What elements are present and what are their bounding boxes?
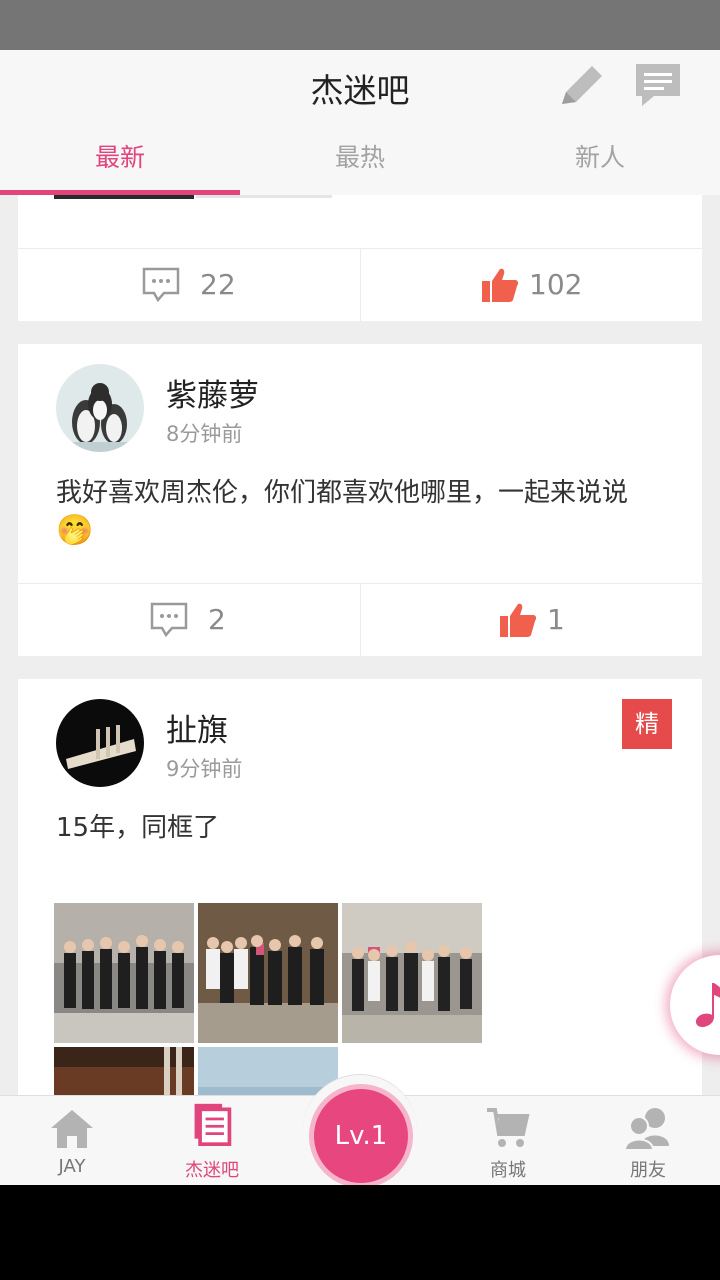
friends-icon	[625, 1108, 669, 1150]
edit-icon[interactable]	[556, 62, 608, 110]
app-header: 杰迷吧 最新 最热 新人	[0, 50, 720, 195]
night-photo-avatar-image	[56, 699, 144, 787]
nav-friends[interactable]: 朋友	[576, 1096, 720, 1186]
group-photo-image	[54, 903, 194, 1043]
thumbs-up-icon	[482, 268, 519, 302]
like-count: 102	[529, 268, 583, 301]
tab-bar: 最新 最热 新人	[0, 130, 720, 192]
group-photo-image	[198, 903, 338, 1043]
post-photo[interactable]	[54, 1047, 194, 1095]
tab-newcomers[interactable]: 新人	[480, 138, 720, 174]
comment-icon	[142, 267, 180, 303]
avatar[interactable]	[56, 364, 144, 452]
like-button[interactable]: 1	[360, 584, 702, 657]
message-icon[interactable]	[632, 60, 684, 112]
post-feed[interactable]: 22 102 紫藤萝 8分钟前 我好喜欢周杰伦，你们都喜欢他哪里，一起来说说 🤭…	[0, 195, 720, 1095]
posts-icon	[194, 1103, 232, 1146]
status-bar	[0, 0, 720, 50]
like-button[interactable]: 102	[360, 249, 702, 322]
nav-label: 杰迷吧	[185, 1160, 239, 1181]
penguin-avatar-image	[56, 364, 144, 452]
system-nav-area	[0, 1185, 720, 1280]
nav-forum[interactable]: 杰迷吧	[140, 1096, 284, 1186]
username[interactable]: 扯旗	[166, 705, 228, 750]
featured-badge: 精	[622, 699, 672, 749]
post-actions: 22 102	[18, 248, 702, 322]
cart-icon	[487, 1108, 530, 1147]
comment-count: 22	[200, 268, 236, 301]
tab-hot[interactable]: 最热	[240, 138, 480, 174]
like-count: 1	[547, 603, 565, 636]
music-note-icon	[695, 983, 720, 1027]
emoji: 🤭	[56, 513, 94, 548]
level-button[interactable]: Lv.1	[314, 1089, 408, 1183]
page-title: 杰迷吧	[310, 71, 410, 110]
nav-label: 朋友	[630, 1160, 666, 1181]
sky-photo-image	[198, 1047, 338, 1095]
group-photo-image	[342, 903, 482, 1043]
post-photo[interactable]	[198, 903, 338, 1043]
post-time: 9分钟前	[166, 757, 243, 781]
nav-shop[interactable]: 商城	[436, 1096, 580, 1186]
nav-jay[interactable]: JAY	[0, 1096, 144, 1186]
post-photo[interactable]	[198, 1047, 338, 1095]
post-text-content: 我好喜欢周杰伦，你们都喜欢他哪里，一起来说说	[56, 478, 629, 508]
interior-photo-image	[54, 1047, 194, 1095]
avatar[interactable]	[56, 699, 144, 787]
post-actions: 2 1	[18, 583, 702, 657]
post-time: 8分钟前	[166, 422, 243, 446]
post-photo[interactable]	[54, 903, 194, 1043]
photo-strip	[54, 195, 194, 199]
post-text: 15年，同框了	[56, 813, 220, 843]
tab-latest[interactable]: 最新	[0, 138, 240, 174]
post-card[interactable]: 紫藤萝 8分钟前 我好喜欢周杰伦，你们都喜欢他哪里，一起来说说 🤭 2 1	[18, 344, 702, 657]
photo-strip	[196, 195, 332, 198]
post-card[interactable]: 22 102	[18, 195, 702, 322]
thumbs-up-icon	[500, 603, 537, 637]
comment-icon	[150, 602, 188, 638]
comment-button[interactable]: 2	[18, 584, 360, 657]
nav-label: 商城	[490, 1160, 526, 1181]
level-button-frame: Lv.1	[302, 1074, 418, 1190]
comment-count: 2	[208, 603, 226, 636]
post-photo[interactable]	[342, 903, 482, 1043]
nav-label: JAY	[58, 1156, 86, 1177]
home-icon	[51, 1110, 93, 1148]
post-text: 我好喜欢周杰伦，你们都喜欢他哪里，一起来说说 🤭	[56, 474, 686, 551]
username[interactable]: 紫藤萝	[166, 370, 259, 415]
post-card[interactable]: 扯旗 9分钟前 精 15年，同框了	[18, 679, 702, 1095]
comment-button[interactable]: 22	[18, 249, 360, 322]
